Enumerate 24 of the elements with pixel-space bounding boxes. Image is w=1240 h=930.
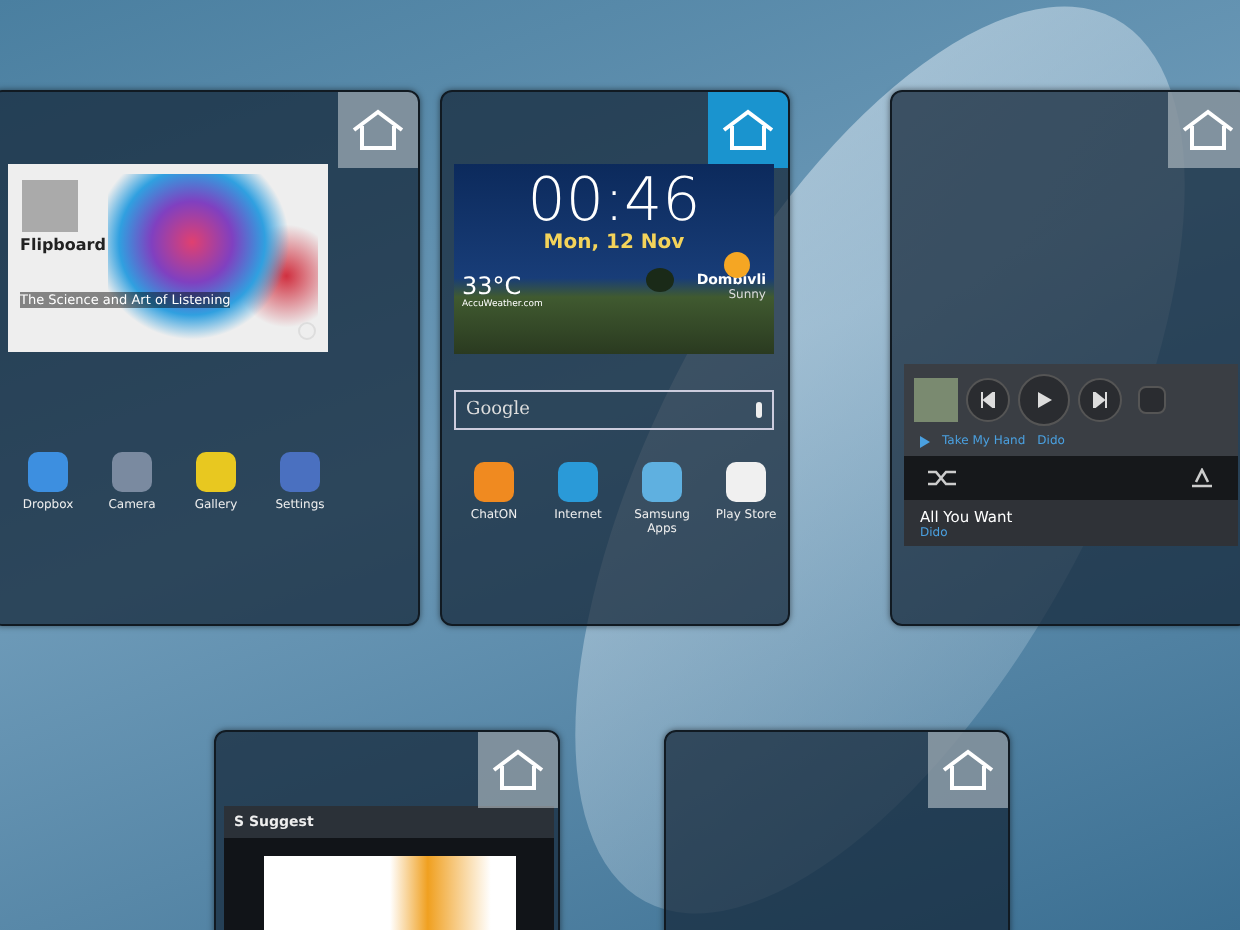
- home-icon: [488, 748, 548, 792]
- play-button[interactable]: [1018, 374, 1070, 426]
- previous-icon: [980, 392, 996, 408]
- play-icon: [1034, 390, 1054, 410]
- clock-time: 00:46: [527, 172, 701, 232]
- home-screen-panel[interactable]: [664, 730, 1010, 930]
- logo-icon: [22, 180, 78, 232]
- home-icon: [1178, 108, 1238, 152]
- home-icon: [938, 748, 998, 792]
- microphone-icon[interactable]: [756, 402, 762, 418]
- home-icon: [718, 108, 778, 152]
- home-button[interactable]: [708, 92, 788, 168]
- previous-button[interactable]: [966, 378, 1010, 422]
- tree-icon: [646, 268, 674, 292]
- temperature-text: 33°C: [462, 272, 522, 300]
- album-art-placeholder: [914, 378, 958, 422]
- widget-title: Flipboard: [20, 236, 106, 254]
- date-text: Mon, 12 Nov: [543, 232, 685, 254]
- play-indicator-icon: [920, 435, 930, 447]
- next-button[interactable]: [1078, 378, 1122, 422]
- search-field[interactable]: Google: [454, 390, 774, 430]
- home-icon: [348, 108, 408, 152]
- shuffle-icon[interactable]: [928, 468, 956, 488]
- next-icon: [1092, 392, 1108, 408]
